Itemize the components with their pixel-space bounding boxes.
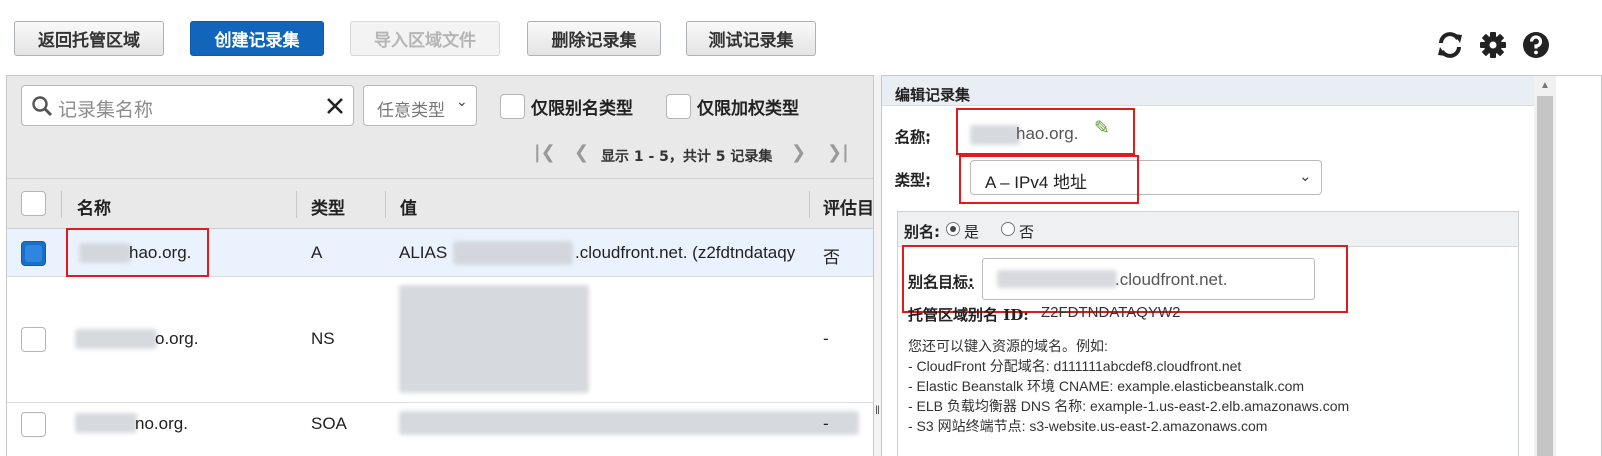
table-row[interactable]: hao.org. A ALIAS .cloudfront.net. (z2fdt… — [7, 228, 873, 277]
search-input[interactable]: 记录集名称 — [21, 85, 354, 126]
column-name[interactable]: 名称 — [77, 194, 111, 219]
alias-no-label: 否 — [1019, 224, 1035, 241]
column-divider — [61, 191, 62, 218]
edit-record-set-panel: 编辑记录集 ▲ 名称: hao.org. ✎ 类型: A – IPv4 地址 ⌄… — [881, 75, 1602, 456]
highlight-box — [66, 228, 209, 277]
scrollbar[interactable]: ▲ — [1534, 76, 1556, 456]
record-sets-panel: 记录集名称 任意类型 ⌄ 仅限别名类型 仅限加权类型 |❮ ❮ 显示 1 - 5… — [6, 75, 874, 456]
help-line: - S3 网站终端节点: s3-website.us-east-2.amazon… — [908, 418, 1268, 434]
toolbar: 返回托管区域 创建记录集 导入区域文件 删除记录集 测试记录集 — [0, 0, 1602, 75]
highlight-box — [956, 108, 1135, 155]
type-label: 类型: — [895, 171, 931, 189]
search-placeholder: 记录集名称 — [58, 99, 154, 121]
help-icon[interactable] — [1521, 30, 1551, 60]
column-evaluate[interactable]: 评估目 — [823, 194, 873, 219]
redacted-text — [75, 329, 157, 349]
name-label: 名称: — [895, 128, 931, 146]
chevron-down-icon: ⌄ — [1299, 168, 1312, 185]
record-evaluate: - — [823, 414, 829, 433]
delete-record-set-button[interactable]: 删除记录集 — [527, 21, 661, 56]
alias-no-radio[interactable] — [1001, 222, 1015, 236]
record-type: NS — [311, 329, 335, 348]
record-type: SOA — [311, 414, 347, 433]
column-value[interactable]: 值 — [400, 194, 417, 219]
weighted-only-label: 仅限加权类型 — [697, 99, 799, 119]
refresh-icon[interactable] — [1435, 30, 1465, 60]
row-checkbox[interactable] — [21, 412, 46, 437]
redacted-text — [399, 285, 589, 393]
last-page-icon[interactable]: ❯| — [827, 142, 849, 163]
hosted-zone-id-label: 托管区域别名 ID: — [908, 306, 1029, 324]
chevron-down-icon: ⌄ — [456, 94, 468, 110]
row-checkbox[interactable] — [21, 327, 46, 352]
clear-search-icon[interactable] — [326, 97, 344, 115]
prev-page-icon[interactable]: ❮ — [574, 142, 589, 163]
create-record-set-button[interactable]: 创建记录集 — [190, 21, 324, 56]
alias-only-checkbox[interactable] — [500, 94, 525, 119]
gear-icon[interactable] — [1478, 30, 1508, 60]
scrollbar-thumb[interactable] — [1537, 96, 1553, 456]
alias-yes-label: 是 — [964, 224, 980, 241]
help-line: - Elastic Beanstalk 环境 CNAME: example.el… — [908, 378, 1305, 394]
alias-section: 别名: 是 否 别名目标: .cloudfront.net. 托管区域别名 ID… — [897, 211, 1519, 456]
table-row[interactable]: no.org. SOA - — [7, 403, 873, 456]
test-record-set-button[interactable]: 测试记录集 — [686, 21, 816, 56]
record-evaluate: - — [823, 329, 829, 348]
alias-section-header: 别名: 是 否 — [898, 212, 1518, 247]
import-zone-file-button[interactable]: 导入区域文件 — [350, 21, 500, 56]
first-page-icon[interactable]: |❮ — [534, 142, 556, 163]
record-evaluate: 否 — [823, 248, 840, 267]
help-line: - CloudFront 分配域名: d111111abcdef8.cloudf… — [908, 358, 1242, 374]
record-type: A — [311, 243, 323, 262]
edit-panel-header: 编辑记录集 — [882, 76, 1534, 106]
column-divider — [385, 191, 386, 218]
redacted-text — [75, 413, 137, 433]
highlight-box — [902, 245, 1348, 313]
redacted-text — [399, 411, 859, 435]
type-filter-value: 任意类型 — [377, 101, 445, 121]
row-checkbox[interactable] — [21, 241, 46, 266]
hosted-zone-id-value: Z2FDTNDATAQYW2 — [1041, 304, 1181, 321]
select-all-checkbox[interactable] — [21, 191, 46, 216]
record-name: o.org. — [155, 329, 199, 348]
panel-splitter[interactable]: ‖ — [874, 75, 881, 456]
column-divider — [809, 191, 810, 218]
filter-bar: 记录集名称 任意类型 ⌄ 仅限别名类型 仅限加权类型 |❮ ❮ 显示 1 - 5… — [7, 76, 873, 179]
edit-panel-title: 编辑记录集 — [895, 86, 971, 104]
pager-text: 显示 1 - 5，共计 5 记录集 — [601, 149, 773, 165]
record-value-prefix: ALIAS — [399, 243, 448, 262]
search-icon — [32, 96, 53, 117]
splitter-grip-icon: ‖ — [875, 403, 880, 417]
redacted-text — [453, 241, 573, 265]
table-row[interactable]: o.org. NS - — [7, 277, 873, 403]
back-to-hosted-zones-button[interactable]: 返回托管区域 — [14, 21, 164, 56]
next-page-icon[interactable]: ❯ — [791, 142, 806, 163]
table-header: 名称 类型 值 评估目 — [7, 179, 873, 229]
column-type[interactable]: 类型 — [311, 194, 345, 219]
alias-label: 别名: — [904, 223, 940, 241]
help-line: - ELB 负载均衡器 DNS 名称: example-1.us-east-2.… — [908, 398, 1350, 414]
highlight-box — [959, 155, 1139, 204]
help-intro: 您还可以键入资源的域名。例如: — [908, 338, 1108, 354]
alias-only-label: 仅限别名类型 — [531, 99, 633, 119]
alias-yes-radio[interactable] — [946, 222, 960, 236]
record-name: no.org. — [135, 414, 188, 433]
record-value-suffix: .cloudfront.net. (z2fdtndataqy — [575, 243, 796, 262]
weighted-only-checkbox[interactable] — [666, 94, 691, 119]
scroll-up-icon[interactable]: ▲ — [1540, 80, 1550, 91]
column-divider — [296, 191, 297, 218]
type-filter-select[interactable]: 任意类型 ⌄ — [363, 85, 477, 126]
